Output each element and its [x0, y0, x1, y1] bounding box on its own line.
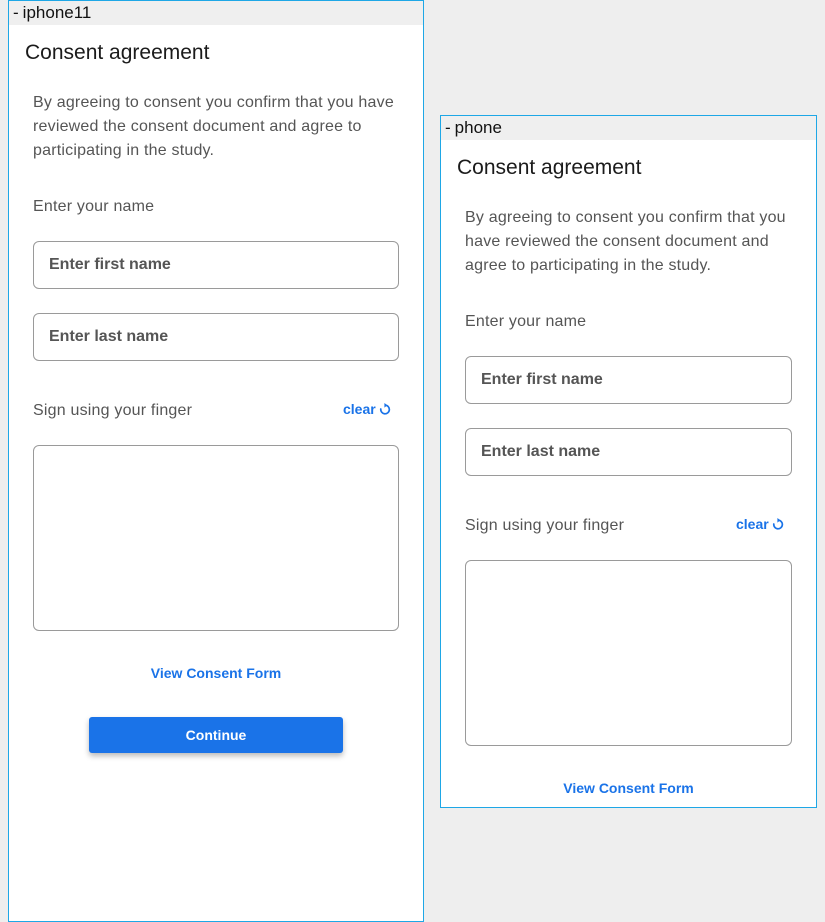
continue-button[interactable]: Continue [89, 717, 343, 753]
consent-description: By agreeing to consent you confirm that … [33, 94, 394, 159]
sign-label: Sign using your finger [33, 402, 193, 419]
first-name-input[interactable] [481, 371, 776, 389]
refresh-icon [379, 402, 390, 415]
name-label: Enter your name [33, 198, 155, 215]
last-name-input[interactable] [481, 443, 776, 461]
page-title: Consent agreement [25, 41, 210, 64]
clear-label: clear [736, 516, 769, 532]
last-name-input[interactable] [49, 328, 383, 346]
signature-pad[interactable] [465, 560, 792, 746]
last-name-field[interactable] [465, 428, 792, 476]
first-name-field[interactable] [33, 241, 399, 289]
frame-label-text: phone [454, 118, 502, 137]
frame-label: - phone [441, 116, 816, 140]
sign-label: Sign using your finger [465, 517, 625, 534]
frame-label: - iphone11 [9, 1, 423, 25]
phone-frame: - phone Consent agreement By agreeing to … [440, 115, 817, 808]
signature-pad[interactable] [33, 445, 399, 631]
view-consent-form-link[interactable]: View Consent Form [441, 780, 816, 796]
refresh-icon [772, 517, 783, 530]
clear-label: clear [343, 401, 376, 417]
view-consent-form-link[interactable]: View Consent Form [9, 665, 423, 681]
clear-signature-button[interactable]: clear [343, 401, 391, 417]
first-name-field[interactable] [465, 356, 792, 404]
name-label: Enter your name [465, 313, 587, 330]
last-name-field[interactable] [33, 313, 399, 361]
first-name-input[interactable] [49, 256, 383, 274]
consent-description: By agreeing to consent you confirm that … [465, 209, 786, 274]
clear-signature-button[interactable]: clear [736, 516, 784, 532]
iphone11-frame: - iphone11 Consent agreement By agreeing … [8, 0, 424, 922]
frame-label-text: iphone11 [22, 3, 92, 22]
page-title: Consent agreement [457, 156, 642, 179]
